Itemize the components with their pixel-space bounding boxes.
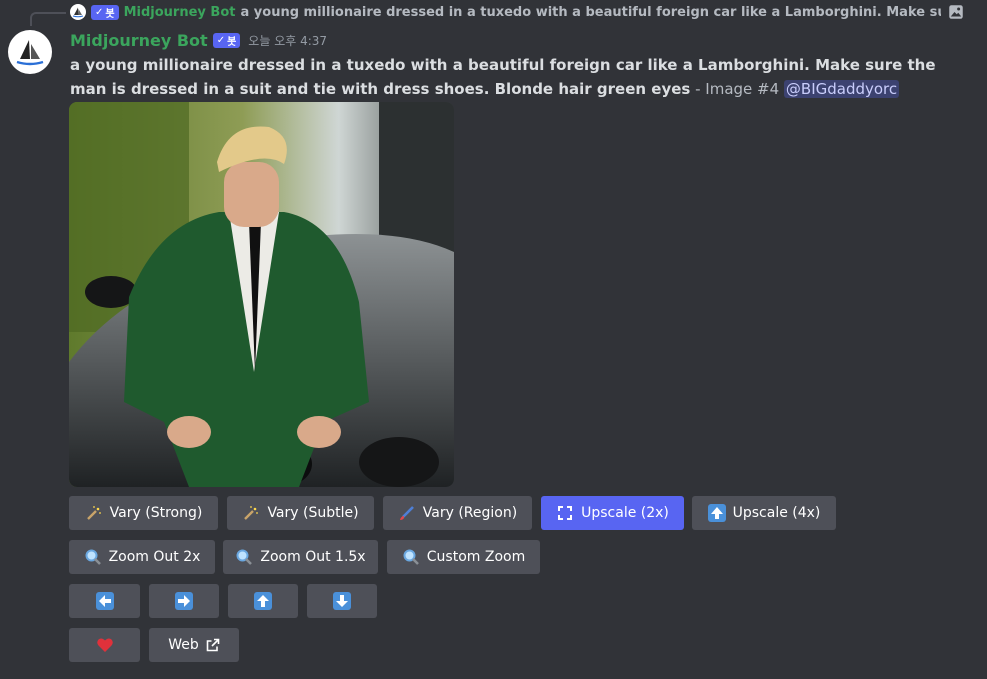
user-mention[interactable]: @BIGdaddyorc xyxy=(783,80,900,98)
image-number: - Image #4 xyxy=(690,80,784,98)
arrow-right-icon xyxy=(175,592,193,610)
bot-tag: ✓ 봇 xyxy=(212,32,241,48)
reply-text[interactable]: a young millionaire dressed in a tuxedo … xyxy=(240,5,941,20)
magnifier-icon xyxy=(85,549,101,565)
up-arrow-icon xyxy=(707,504,726,522)
magnifier-icon xyxy=(403,549,419,565)
pan-down-button[interactable] xyxy=(307,584,377,618)
upscale-2x-button[interactable]: Upscale (2x) xyxy=(541,496,684,530)
custom-zoom-button[interactable]: Custom Zoom xyxy=(387,540,540,574)
pan-right-button[interactable] xyxy=(149,584,219,618)
reply-connector xyxy=(30,12,66,26)
pan-left-button[interactable] xyxy=(69,584,140,618)
arrow-down-icon xyxy=(333,592,351,610)
avatar[interactable] xyxy=(8,30,52,74)
sailboat-logo-icon xyxy=(16,40,44,66)
zoom-out-1-5x-button[interactable]: Zoom Out 1.5x xyxy=(223,540,378,574)
vary-strong-button[interactable]: Vary (Strong) xyxy=(69,496,218,530)
zoom-out-2x-button[interactable]: Zoom Out 2x xyxy=(69,540,215,574)
pan-up-button[interactable] xyxy=(228,584,298,618)
arrow-left-icon xyxy=(95,592,114,610)
heart-icon xyxy=(96,638,113,652)
magic-wand-icon xyxy=(86,506,101,520)
reply-avatar xyxy=(70,4,86,20)
upscale-4x-button[interactable]: Upscale (4x) xyxy=(692,496,836,530)
paintbrush-icon xyxy=(399,506,414,520)
expand-arrows-icon xyxy=(558,506,573,520)
reply-bot-tag: ✓ 봇 xyxy=(91,4,119,20)
message-timestamp: 오늘 오후 4:37 xyxy=(248,33,328,48)
arrow-up-icon xyxy=(254,592,272,610)
image-icon xyxy=(949,5,963,19)
magic-wand-icon xyxy=(244,506,259,520)
message-content: a young millionaire dressed in a tuxedo … xyxy=(70,53,940,101)
vary-region-button[interactable]: Vary (Region) xyxy=(383,496,532,530)
vary-subtle-button[interactable]: Vary (Subtle) xyxy=(227,496,374,530)
message-author[interactable]: Midjourney Bot xyxy=(70,31,208,50)
reply-preview[interactable]: ✓ 봇 Midjourney Bot a young millionaire dr… xyxy=(70,3,965,21)
favorite-button[interactable] xyxy=(69,628,140,662)
web-button[interactable]: Web xyxy=(149,628,239,662)
generated-image[interactable] xyxy=(69,102,454,487)
external-link-icon xyxy=(206,638,220,652)
message-header: Midjourney Bot ✓ 봇 오늘 오후 4:37 xyxy=(70,30,327,50)
reply-author[interactable]: Midjourney Bot xyxy=(124,5,236,20)
magnifier-icon xyxy=(236,549,253,565)
